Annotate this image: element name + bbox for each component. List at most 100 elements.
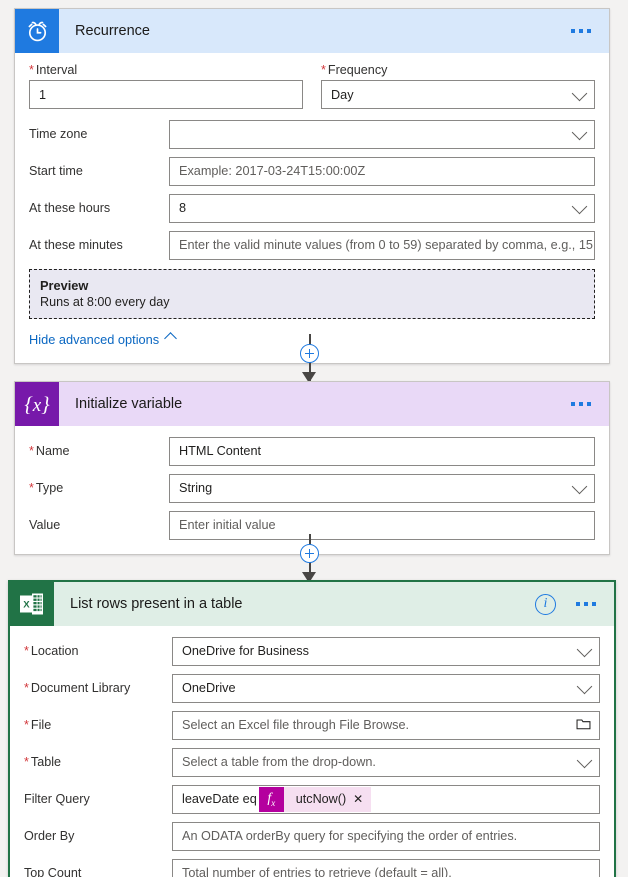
add-step-button[interactable] bbox=[300, 344, 319, 363]
time-zone-dropdown[interactable] bbox=[169, 119, 595, 149]
top-count-input[interactable]: Total number of entries to retrieve (def… bbox=[172, 858, 600, 877]
type-dropdown[interactable]: String bbox=[169, 473, 595, 503]
required-asterisk: * bbox=[29, 443, 34, 458]
document-library-label: * Document Library bbox=[24, 680, 131, 695]
file-placeholder: Select an Excel file through File Browse… bbox=[182, 718, 410, 732]
at-these-hours-label: At these hours bbox=[29, 200, 111, 215]
interval-group: * Interval 1 bbox=[29, 63, 303, 109]
chevron-down-icon bbox=[571, 198, 588, 215]
chevron-up-icon bbox=[164, 331, 178, 345]
required-asterisk: * bbox=[24, 717, 29, 732]
frequency-dropdown[interactable]: Day bbox=[321, 80, 595, 109]
chevron-down-icon bbox=[576, 678, 593, 695]
preview-title: Preview bbox=[40, 278, 89, 293]
card-body-list-rows: * Location OneDrive for Business * Documen… bbox=[10, 626, 614, 877]
field-row-start-time: Start time Example: 2017-03-24T15:00:00Z bbox=[29, 156, 595, 186]
start-time-input[interactable]: Example: 2017-03-24T15:00:00Z bbox=[169, 156, 595, 186]
field-row-filter-query: Filter Query leaveDate eq fx utcNow() ✕ bbox=[24, 784, 600, 814]
more-options-icon[interactable] bbox=[567, 398, 595, 410]
location-label: * Location bbox=[24, 643, 79, 658]
file-label: * File bbox=[24, 717, 52, 732]
hide-advanced-options-link[interactable]: Hide advanced options bbox=[29, 331, 178, 347]
interval-label: * Interval bbox=[29, 63, 78, 77]
field-row-at-these-hours: At these hours 8 bbox=[29, 193, 595, 223]
top-count-label: Top Count bbox=[24, 865, 82, 877]
at-these-minutes-placeholder: Enter the valid minute values (from 0 to… bbox=[179, 238, 595, 252]
location-dropdown[interactable]: OneDrive for Business bbox=[172, 636, 600, 666]
action-card-list-rows-present-in-a-table[interactable]: X List rows present in a table i * Locat… bbox=[8, 580, 616, 877]
top-count-placeholder: Total number of entries to retrieve (def… bbox=[182, 866, 452, 877]
name-input[interactable]: HTML Content bbox=[169, 436, 595, 466]
variable-braces-icon: {x} bbox=[15, 382, 59, 426]
field-row-at-these-minutes: At these minutes Enter the valid minute … bbox=[29, 230, 595, 260]
table-label: * Table bbox=[24, 754, 62, 769]
frequency-label: * Frequency bbox=[321, 63, 388, 77]
card-header-actions-list-rows: i bbox=[535, 582, 600, 626]
required-asterisk: * bbox=[29, 480, 34, 495]
start-time-label: Start time bbox=[29, 163, 83, 178]
expression-fx-icon: fx bbox=[258, 786, 284, 812]
at-these-hours-value: 8 bbox=[179, 201, 187, 215]
card-body-recurrence: * Interval 1 * Frequency Day Time zone S… bbox=[15, 53, 609, 363]
alarm-clock-icon bbox=[15, 9, 59, 53]
action-card-recurrence[interactable]: Recurrence * Interval 1 * Frequency Day … bbox=[14, 8, 610, 364]
field-row-order-by: Order By An ODATA orderBy query for spec… bbox=[24, 821, 600, 851]
value-placeholder: Enter initial value bbox=[179, 518, 276, 532]
folder-icon[interactable] bbox=[576, 718, 591, 730]
info-icon[interactable]: i bbox=[535, 593, 556, 615]
recurrence-preview: Preview Runs at 8:00 every day bbox=[29, 269, 595, 319]
table-dropdown[interactable]: Select a table from the drop-down. bbox=[172, 747, 600, 777]
more-options-icon[interactable] bbox=[567, 25, 595, 37]
card-title-initialize-variable: Initialize variable bbox=[75, 396, 183, 412]
chevron-down-icon bbox=[576, 641, 593, 658]
order-by-label: Order By bbox=[24, 828, 75, 843]
interval-frequency-row: * Interval 1 * Frequency Day bbox=[29, 63, 595, 109]
filter-query-text: leaveDate eq bbox=[182, 792, 257, 806]
field-row-file: * File Select an Excel file through File … bbox=[24, 710, 600, 740]
field-row-document-library: * Document Library OneDrive bbox=[24, 673, 600, 703]
action-card-initialize-variable[interactable]: {x} Initialize variable * Name HTML Conte… bbox=[14, 381, 610, 555]
card-header-actions-initialize-variable bbox=[567, 382, 595, 426]
value-label: Value bbox=[29, 517, 61, 532]
type-value: String bbox=[179, 481, 213, 495]
filter-query-input[interactable]: leaveDate eq fx utcNow() ✕ bbox=[172, 784, 600, 814]
field-row-name: * Name HTML Content bbox=[29, 436, 595, 466]
value-input[interactable]: Enter initial value bbox=[169, 510, 595, 540]
frequency-group: * Frequency Day bbox=[321, 63, 595, 109]
chevron-down-icon bbox=[571, 124, 588, 141]
at-these-minutes-input[interactable]: Enter the valid minute values (from 0 to… bbox=[169, 230, 595, 260]
field-row-table: * Table Select a table from the drop-down… bbox=[24, 747, 600, 777]
field-row-value: Value Enter initial value bbox=[29, 510, 595, 540]
required-asterisk: * bbox=[24, 754, 29, 769]
document-library-dropdown[interactable]: OneDrive bbox=[172, 673, 600, 703]
field-row-location: * Location OneDrive for Business bbox=[24, 636, 600, 666]
remove-token-icon[interactable]: ✕ bbox=[353, 792, 371, 806]
excel-icon: X bbox=[10, 582, 54, 626]
field-row-type: * Type String bbox=[29, 473, 595, 503]
card-body-initialize-variable: * Name HTML Content * Type String Value E bbox=[15, 426, 609, 554]
add-step-button[interactable] bbox=[300, 544, 319, 563]
name-label: * Name bbox=[29, 443, 70, 458]
order-by-placeholder: An ODATA orderBy query for specifying th… bbox=[182, 829, 518, 843]
svg-text:X: X bbox=[23, 599, 30, 610]
file-input[interactable]: Select an Excel file through File Browse… bbox=[172, 710, 600, 740]
document-library-value: OneDrive bbox=[182, 681, 236, 695]
interval-input[interactable]: 1 bbox=[29, 80, 303, 109]
name-value: HTML Content bbox=[179, 444, 262, 458]
at-these-hours-dropdown[interactable]: 8 bbox=[169, 193, 595, 223]
chevron-down-icon bbox=[571, 478, 588, 495]
required-asterisk: * bbox=[321, 63, 326, 77]
at-these-minutes-label: At these minutes bbox=[29, 237, 123, 252]
type-label: * Type bbox=[29, 480, 64, 495]
time-zone-label: Time zone bbox=[29, 126, 88, 141]
table-placeholder: Select a table from the drop-down. bbox=[182, 755, 376, 769]
card-header-list-rows[interactable]: X List rows present in a table i bbox=[10, 582, 614, 626]
more-options-icon[interactable] bbox=[572, 598, 600, 610]
card-header-recurrence[interactable]: Recurrence bbox=[15, 9, 609, 53]
chevron-down-icon bbox=[571, 85, 588, 101]
dynamic-content-token[interactable]: fx utcNow() ✕ bbox=[258, 786, 372, 812]
order-by-input[interactable]: An ODATA orderBy query for specifying th… bbox=[172, 821, 600, 851]
card-header-initialize-variable[interactable]: {x} Initialize variable bbox=[15, 382, 609, 426]
location-value: OneDrive for Business bbox=[182, 644, 309, 658]
token-label: utcNow() bbox=[295, 792, 347, 806]
